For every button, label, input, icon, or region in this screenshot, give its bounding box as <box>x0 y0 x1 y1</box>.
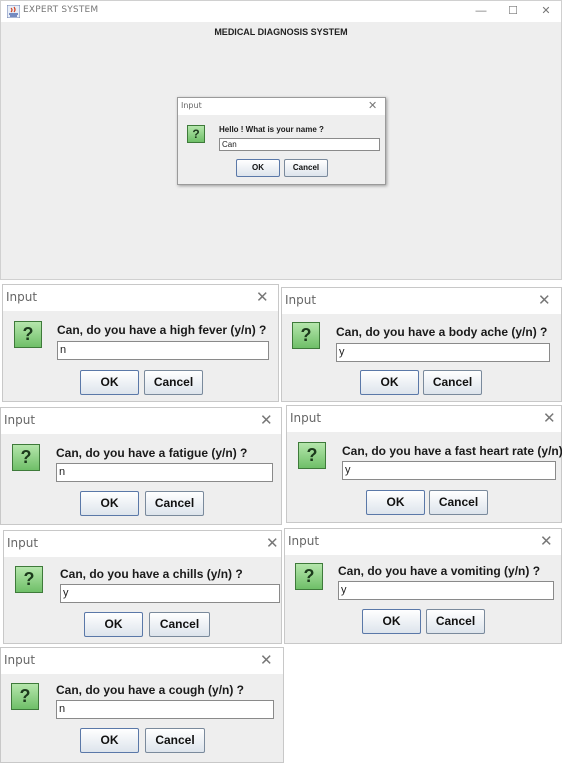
answer-input[interactable]: y <box>338 581 554 600</box>
ok-button[interactable]: OK <box>80 491 139 516</box>
question-dialog: Input ✕ ? Can, do you have a vomiting (y… <box>284 528 562 644</box>
dialog-titlebar: Input ✕ <box>287 406 561 432</box>
close-icon[interactable]: ✕ <box>266 534 279 552</box>
question-dialog: Input ✕ ? Can, do you have a chills (y/n… <box>3 530 282 644</box>
cancel-button[interactable]: Cancel <box>149 612 210 637</box>
dialog-titlebar: Input ✕ <box>3 285 278 311</box>
cancel-button[interactable]: Cancel <box>144 370 203 395</box>
question-icon: ? <box>295 563 323 590</box>
dialog-prompt: Can, do you have a chills (y/n) ? <box>60 567 243 581</box>
cancel-button[interactable]: Cancel <box>145 728 205 753</box>
question-icon: ? <box>292 322 320 349</box>
ok-button[interactable]: OK <box>366 490 425 515</box>
answer-input[interactable]: y <box>60 584 280 603</box>
question-icon: ? <box>298 442 326 469</box>
ok-button[interactable]: OK <box>362 609 421 634</box>
ok-button[interactable]: OK <box>80 370 139 395</box>
dialog-titlebar: Input ✕ <box>285 529 561 555</box>
ok-button[interactable]: OK <box>360 370 419 395</box>
cancel-button[interactable]: Cancel <box>284 159 328 177</box>
close-button[interactable]: ✕ <box>532 3 560 19</box>
close-icon[interactable]: ✕ <box>260 411 273 429</box>
cancel-button[interactable]: Cancel <box>426 609 485 634</box>
name-input[interactable]: Can <box>219 138 380 151</box>
close-icon[interactable]: ✕ <box>368 99 377 112</box>
dialog-titlebar: Input ✕ <box>4 531 281 557</box>
dialog-prompt: Can, do you have a body ache (y/n) ? <box>336 325 548 339</box>
cancel-button[interactable]: Cancel <box>145 491 204 516</box>
page-title: MEDICAL DIAGNOSIS SYSTEM <box>214 27 348 37</box>
cancel-button[interactable]: Cancel <box>423 370 482 395</box>
answer-input[interactable]: n <box>56 463 273 482</box>
dialog-title: Input <box>181 101 202 110</box>
question-dialog: Input ✕ ? Can, do you have a fast heart … <box>286 405 562 523</box>
dialog-titlebar: Input ✕ <box>1 408 281 434</box>
question-icon: ? <box>14 321 42 348</box>
dialog-prompt: Can, do you have a fast heart rate (y/n)… <box>342 444 562 458</box>
java-app-icon <box>7 5 20 18</box>
maximize-button[interactable]: ☐ <box>499 3 527 19</box>
dialog-titlebar: Input ✕ <box>178 98 385 115</box>
dialog-title: Input <box>285 293 317 307</box>
question-icon: ? <box>15 566 43 593</box>
dialog-prompt: Can, do you have a high fever (y/n) ? <box>57 323 267 337</box>
close-icon[interactable]: ✕ <box>260 651 273 669</box>
dialog-title: Input <box>288 534 320 548</box>
answer-input[interactable]: y <box>342 461 556 480</box>
ok-button[interactable]: OK <box>84 612 143 637</box>
main-titlebar: EXPERT SYSTEM — ☐ ✕ <box>1 1 561 22</box>
dialog-prompt: Can, do you have a vomiting (y/n) ? <box>338 564 541 578</box>
dialog-prompt: Can, do you have a fatigue (y/n) ? <box>56 446 248 460</box>
close-icon[interactable]: ✕ <box>540 532 553 550</box>
dialog-title: Input <box>4 653 36 667</box>
dialog-titlebar: Input ✕ <box>1 648 283 674</box>
close-icon[interactable]: ✕ <box>538 291 551 309</box>
answer-input[interactable]: n <box>57 341 269 360</box>
question-dialog: Input ✕ ? Can, do you have a high fever … <box>2 284 279 402</box>
question-icon: ? <box>11 683 39 710</box>
window-title: EXPERT SYSTEM <box>23 5 99 15</box>
name-dialog: Input ✕ ? Hello ! What is your name ? Ca… <box>177 97 386 185</box>
question-dialog: Input ✕ ? Can, do you have a fatigue (y/… <box>0 407 282 525</box>
main-window: EXPERT SYSTEM — ☐ ✕ MEDICAL DIAGNOSIS SY… <box>0 0 562 280</box>
question-icon: ? <box>187 125 205 143</box>
question-dialog: Input ✕ ? Can, do you have a cough (y/n)… <box>0 647 284 763</box>
dialog-titlebar: Input ✕ <box>282 288 561 314</box>
answer-input[interactable]: n <box>56 700 274 719</box>
dialog-title: Input <box>6 290 38 304</box>
close-icon[interactable]: ✕ <box>543 409 556 427</box>
dialog-title: Input <box>7 536 39 550</box>
dialog-title: Input <box>4 413 36 427</box>
cancel-button[interactable]: Cancel <box>429 490 488 515</box>
ok-button[interactable]: OK <box>236 159 280 177</box>
question-icon: ? <box>12 444 40 471</box>
minimize-button[interactable]: — <box>467 3 495 19</box>
close-icon[interactable]: ✕ <box>256 288 269 306</box>
ok-button[interactable]: OK <box>80 728 139 753</box>
dialog-prompt: Can, do you have a cough (y/n) ? <box>56 683 245 697</box>
answer-input[interactable]: y <box>336 343 550 362</box>
dialog-prompt: Hello ! What is your name ? <box>219 125 324 134</box>
question-dialog: Input ✕ ? Can, do you have a body ache (… <box>281 287 562 402</box>
dialog-title: Input <box>290 411 322 425</box>
